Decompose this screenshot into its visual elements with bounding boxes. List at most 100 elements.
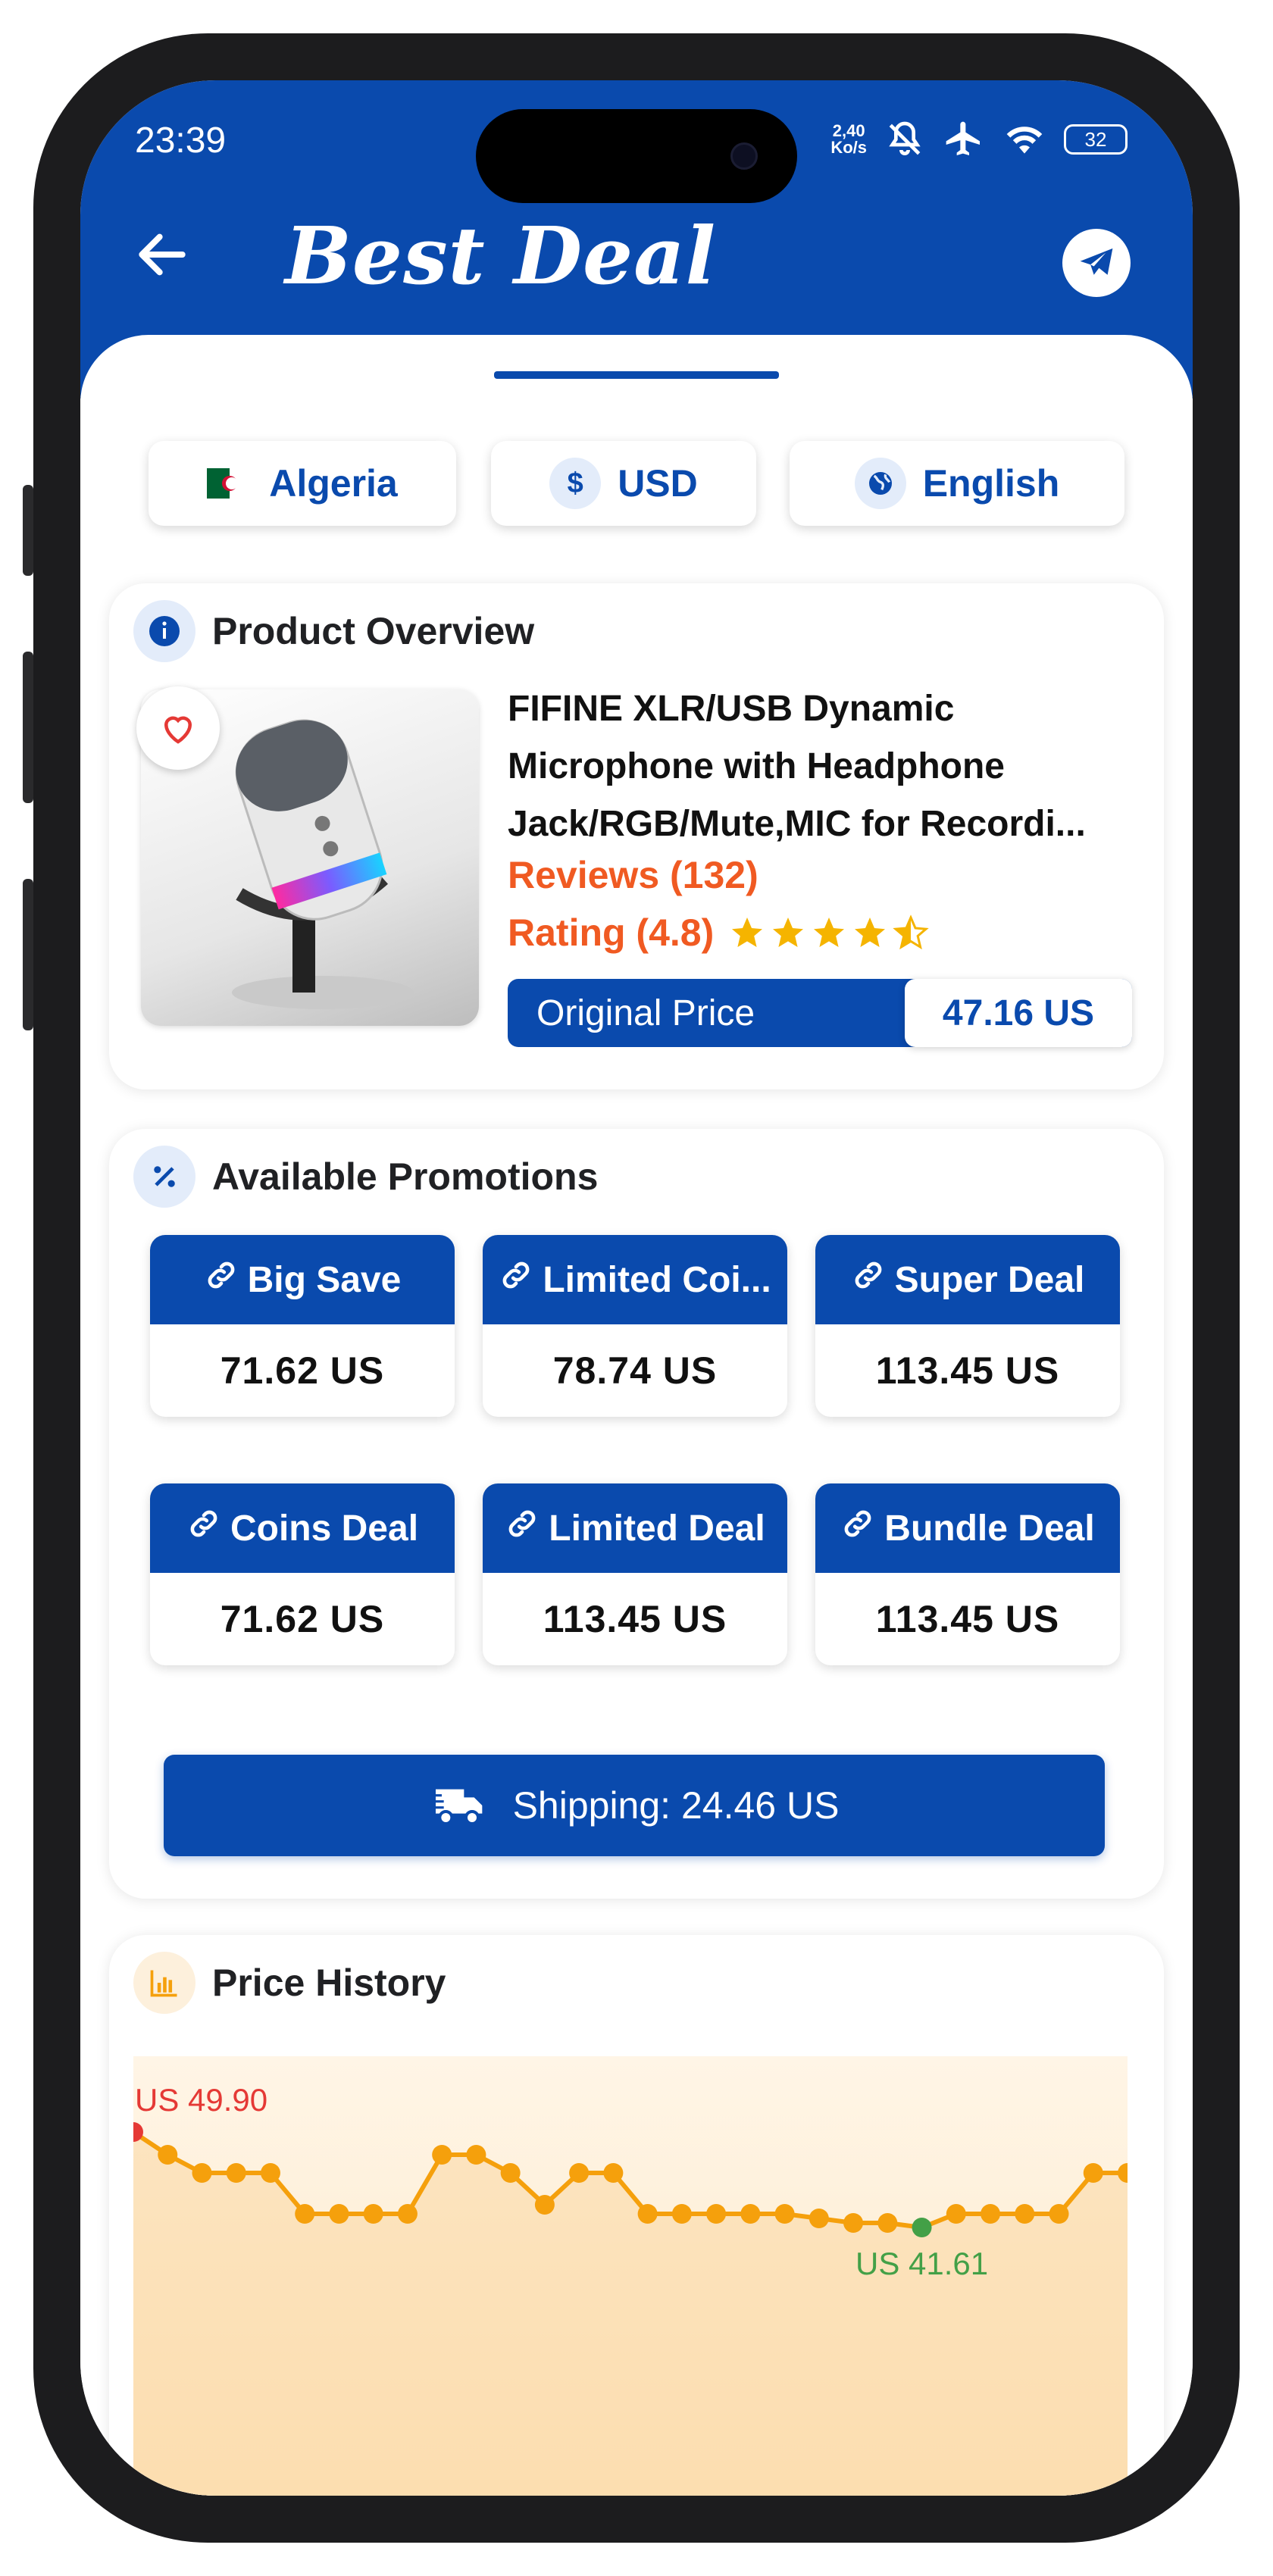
- price-point: [1083, 2163, 1103, 2183]
- price-point: [260, 2163, 280, 2183]
- min-price-label: US 41.61: [855, 2246, 988, 2281]
- promotion-label: Bundle Deal: [884, 1508, 1095, 1549]
- price-history-chart: US 49.90 US 41.61: [124, 2056, 1137, 2496]
- battery-indicator: 32: [1064, 124, 1128, 155]
- delivery-truck-icon: [429, 1789, 482, 1825]
- wifi-icon: [1006, 127, 1043, 154]
- price-point: [877, 2213, 898, 2233]
- screen: 23:39 2,40 Ko/s 32 Best Deal Algeria $ U…: [80, 80, 1193, 2496]
- price-point: [981, 2204, 1001, 2224]
- language-selector[interactable]: English: [790, 441, 1124, 526]
- price-point: [466, 2145, 486, 2165]
- price-point: [740, 2204, 761, 2224]
- back-arrow-icon[interactable]: [132, 224, 192, 285]
- section-title: Available Promotions: [212, 1155, 599, 1198]
- algeria-flag-icon: [207, 468, 253, 499]
- percent-icon: [133, 1146, 195, 1208]
- price-point: [500, 2163, 521, 2183]
- price-point: [192, 2163, 212, 2183]
- price-point: [226, 2163, 246, 2183]
- currency-label: USD: [618, 462, 698, 505]
- price-point: [809, 2209, 829, 2228]
- price-point: [671, 2204, 692, 2224]
- price-point: [774, 2204, 795, 2224]
- rating: Rating (4.8): [508, 911, 929, 955]
- promotion-card[interactable]: Limited Coi... 78.74 US: [483, 1235, 787, 1417]
- promotion-price: 113.45 US: [875, 1349, 1060, 1392]
- dollar-icon: $: [549, 458, 602, 509]
- product-overview-card: Product Overview FIFINE XLR/USB Dynamic …: [109, 583, 1164, 1089]
- link-icon: [186, 1506, 221, 1550]
- promotion-price: 113.45 US: [875, 1598, 1060, 1640]
- reviews-count[interactable]: Reviews (132): [508, 853, 758, 897]
- price-history-card: Price History US 49.90 US 41.61: [109, 1935, 1164, 2496]
- star-icon: [773, 918, 804, 947]
- link-icon: [499, 1258, 533, 1302]
- status-time: 23:39: [135, 120, 227, 161]
- heart-icon: [164, 716, 192, 744]
- favorite-button[interactable]: [136, 686, 220, 770]
- min-price-point: [912, 2218, 932, 2237]
- side-button: [23, 652, 33, 803]
- promotion-label: Limited Coi...: [543, 1259, 771, 1300]
- star-icon: [732, 918, 763, 947]
- section-title: Product Overview: [212, 610, 535, 652]
- price-point: [329, 2204, 349, 2224]
- price-point: [295, 2204, 315, 2224]
- tab-indicator: [494, 371, 779, 379]
- app-title: Best Deal: [285, 209, 717, 302]
- telegram-icon: [1080, 248, 1113, 275]
- product-name: FIFINE XLR/USB Dynamic Microphone with H…: [508, 689, 1086, 844]
- promotion-card[interactable]: Bundle Deal 113.45 US: [815, 1483, 1120, 1665]
- price-point: [158, 2145, 178, 2165]
- promotion-label: Coins Deal: [230, 1508, 419, 1549]
- side-button: [23, 879, 33, 1030]
- rating-stars: [729, 914, 929, 951]
- link-icon: [204, 1258, 239, 1302]
- language-label: English: [922, 462, 1060, 505]
- star-icon: [814, 918, 845, 947]
- promotion-label: Big Save: [247, 1259, 402, 1300]
- price-point: [843, 2213, 864, 2233]
- max-price-label: US 49.90: [135, 2082, 267, 2118]
- promotion-card[interactable]: Limited Deal 113.45 US: [483, 1483, 787, 1665]
- telegram-button[interactable]: [1062, 229, 1131, 297]
- link-icon: [851, 1258, 886, 1302]
- promotion-price: 71.62 US: [220, 1349, 385, 1392]
- promotion-card[interactable]: Coins Deal 71.62 US: [150, 1483, 455, 1665]
- price-point: [603, 2163, 624, 2183]
- promotions-header: Available Promotions: [133, 1146, 598, 1208]
- star-icon: [855, 918, 886, 947]
- dynamic-island: [476, 109, 797, 203]
- promotion-header: Bundle Deal: [815, 1483, 1120, 1573]
- promotion-price: 71.62 US: [220, 1598, 385, 1640]
- price-point: [397, 2204, 418, 2224]
- promotion-label: Super Deal: [894, 1259, 1085, 1300]
- original-price-label: Original Price: [536, 993, 755, 1033]
- bar-chart-icon: [133, 1952, 195, 2014]
- price-point: [706, 2204, 727, 2224]
- promotion-card[interactable]: Super Deal 113.45 US: [815, 1235, 1120, 1417]
- section-title: Price History: [212, 1962, 446, 2004]
- promotion-card[interactable]: Big Save 71.62 US: [150, 1235, 455, 1417]
- original-price-bar: Original Price 47.16 US: [508, 979, 1132, 1047]
- promotion-label: Limited Deal: [549, 1508, 765, 1549]
- promotion-price: 113.45 US: [543, 1598, 727, 1640]
- price-point: [534, 2195, 555, 2215]
- silent-bell-icon: [889, 121, 921, 155]
- link-icon: [505, 1506, 540, 1550]
- rating-label: Rating (4.8): [508, 911, 715, 954]
- shipping-label: Shipping: 24.46 US: [512, 1784, 840, 1827]
- price-point: [946, 2204, 966, 2224]
- country-selector[interactable]: Algeria: [149, 441, 456, 526]
- price-history-header: Price History: [133, 1952, 446, 2014]
- shipping-button[interactable]: Shipping: 24.46 US: [164, 1755, 1105, 1856]
- original-price-value: 47.16 US: [905, 979, 1132, 1047]
- side-button: [23, 485, 33, 576]
- net-speed-value: 2,40: [832, 121, 865, 140]
- currency-selector[interactable]: $ USD: [491, 441, 756, 526]
- promotion-price: 78.74 US: [552, 1349, 718, 1392]
- promotion-header: Coins Deal: [150, 1483, 455, 1573]
- promotion-header: Limited Deal: [483, 1483, 787, 1573]
- price-point: [1049, 2204, 1069, 2224]
